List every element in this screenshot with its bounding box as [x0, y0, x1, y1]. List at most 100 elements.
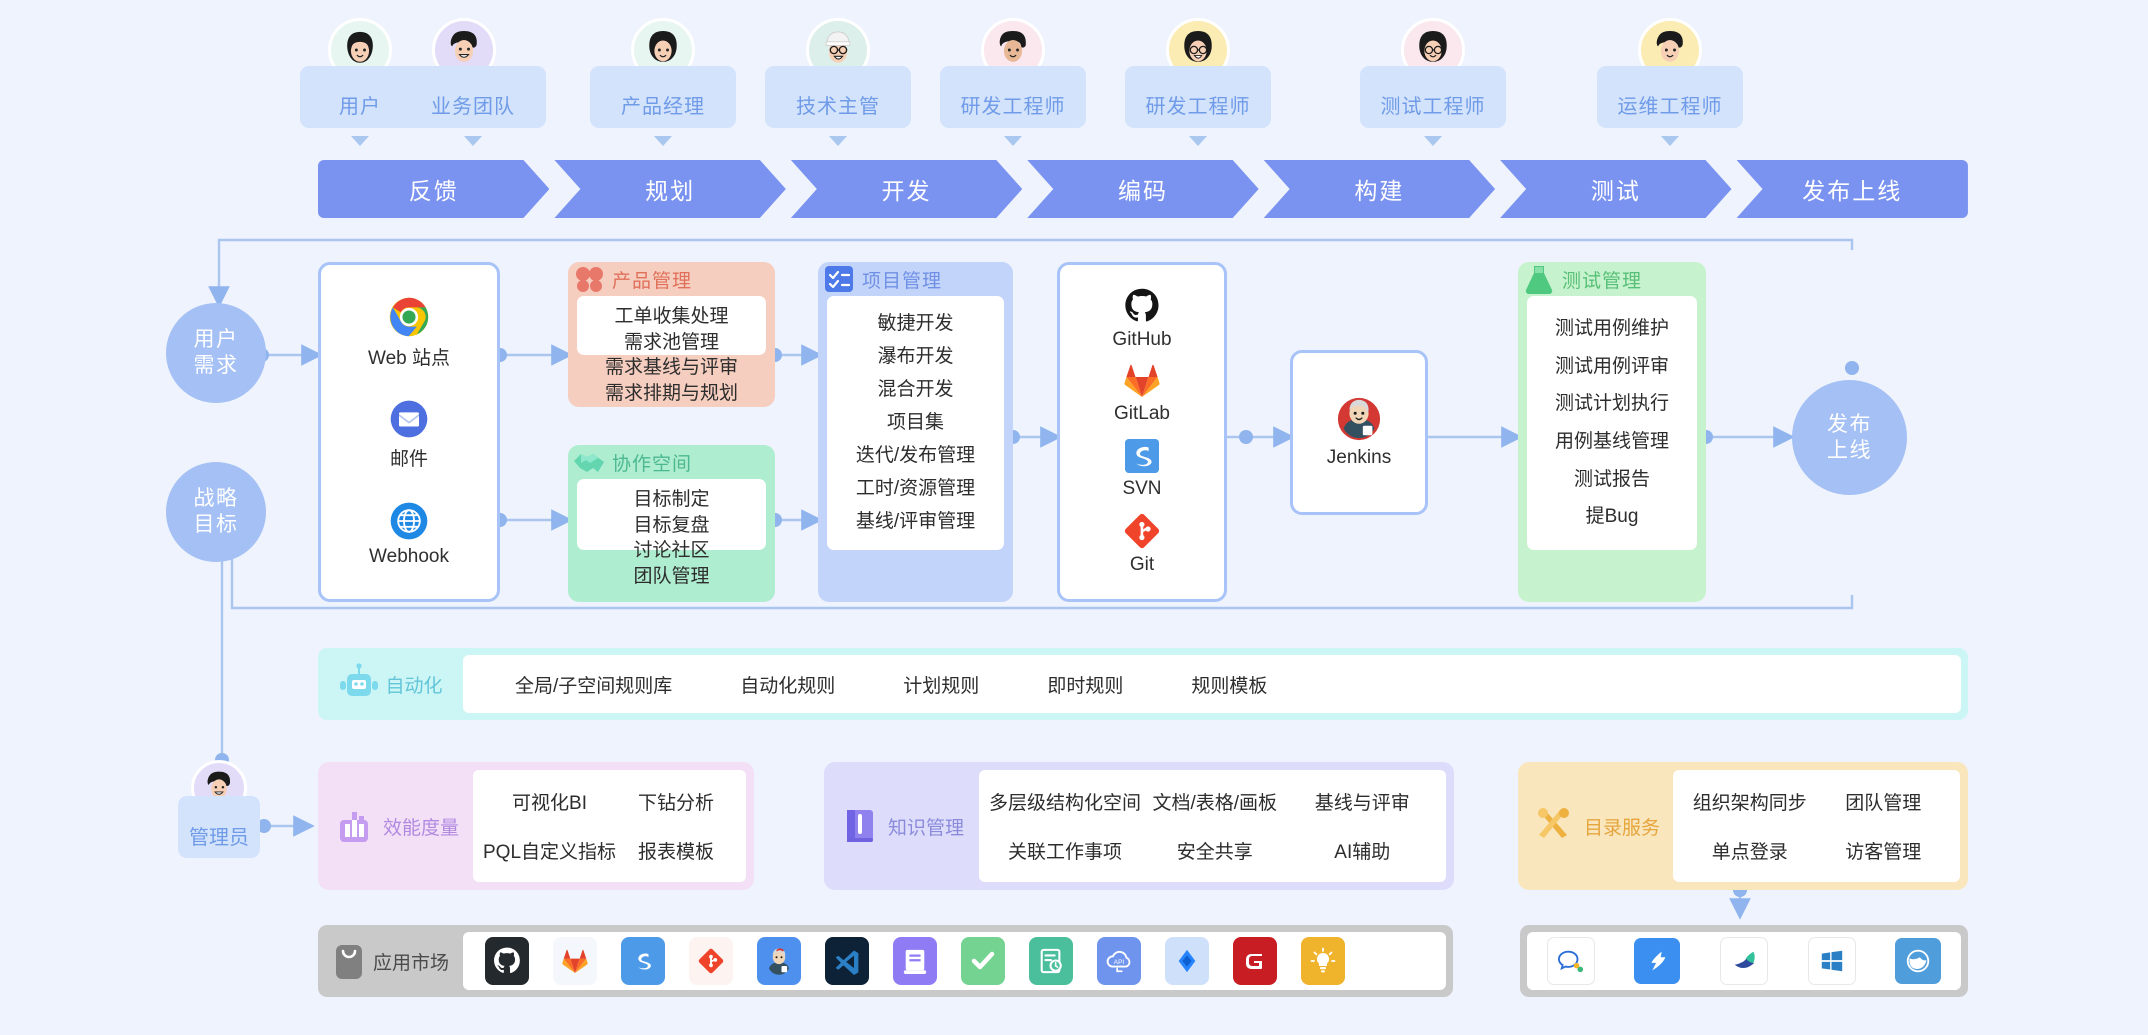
- automation-item[interactable]: 自动化规则: [740, 671, 835, 698]
- app-svn[interactable]: [621, 937, 665, 985]
- module-item[interactable]: 迭代/发布管理: [856, 443, 975, 469]
- feature-item[interactable]: 关联工作事项: [1008, 837, 1122, 864]
- module-title: 项目管理: [862, 270, 943, 292]
- module-item[interactable]: 提Bug: [1586, 504, 1639, 530]
- channel-web-site[interactable]: Web 站点: [368, 296, 450, 370]
- module-item[interactable]: 目标制定: [633, 487, 709, 513]
- feature-item[interactable]: 基线与评审: [1315, 788, 1410, 815]
- integration-windows[interactable]: [1807, 937, 1856, 985]
- feature-item[interactable]: 团队管理: [1845, 788, 1921, 815]
- automation-item[interactable]: 全局/子空间规则库: [515, 671, 672, 698]
- flask-icon: [1525, 266, 1553, 294]
- app-archive[interactable]: [893, 937, 937, 985]
- module-item[interactable]: 基线/评审管理: [856, 509, 975, 535]
- feature-item[interactable]: 单点登录: [1712, 837, 1788, 864]
- feature-items: 组织架构同步 团队管理 单点登录 访客管理: [1673, 770, 1960, 882]
- feature-item[interactable]: 安全共享: [1177, 837, 1253, 864]
- pipeline-stage-planning[interactable]: 规划: [554, 160, 785, 218]
- module-item[interactable]: 需求池管理: [624, 330, 719, 356]
- feature-item[interactable]: 访客管理: [1845, 837, 1921, 864]
- app-github[interactable]: [485, 937, 529, 985]
- module-item[interactable]: 测试用例评审: [1555, 354, 1669, 380]
- app-jira[interactable]: [1165, 937, 1209, 985]
- circle-strategy-goal[interactable]: 战略 目标: [166, 462, 266, 562]
- scm-label: Git: [1129, 554, 1155, 576]
- pipeline-stage-release[interactable]: 发布上线: [1736, 160, 1968, 218]
- feature-items: 多层级结构化空间 文档/表格/画板 基线与评审 关联工作事项 安全共享 AI辅助: [979, 770, 1446, 882]
- automation-title: 自动化: [385, 675, 443, 697]
- scm-gitlab[interactable]: GitLab: [1114, 364, 1170, 425]
- app-bulb[interactable]: [1301, 937, 1345, 985]
- feature-item[interactable]: 下钻分析: [638, 788, 714, 815]
- automation-bar: 自动化 全局/子空间规则库 自动化规则 计划规则 即时规则 规则模板: [318, 648, 1968, 720]
- scm-label: SVN: [1122, 477, 1162, 499]
- feature-item[interactable]: 组织架构同步: [1693, 788, 1807, 815]
- feature-item[interactable]: PQL自定义指标: [483, 837, 616, 864]
- pipeline-stage-build[interactable]: 构建: [1264, 160, 1495, 218]
- app-jenkins[interactable]: [757, 937, 801, 985]
- feature-item[interactable]: AI辅助: [1334, 837, 1390, 864]
- ci-jenkins[interactable]: Jenkins: [1327, 396, 1391, 469]
- feature-item[interactable]: 报表模板: [638, 837, 714, 864]
- circle-release-online[interactable]: 发布 上线: [1792, 380, 1907, 495]
- role-chip: 产品经理: [590, 66, 736, 128]
- bar-chart-icon: [339, 812, 368, 842]
- pipeline-stage-feedback[interactable]: 反馈: [318, 160, 549, 218]
- app-check[interactable]: [961, 937, 1005, 985]
- module-item[interactable]: 讨论社区: [633, 538, 709, 564]
- pipeline-stage-test[interactable]: 测试: [1500, 160, 1731, 218]
- app-api-cloud[interactable]: API: [1097, 937, 1141, 985]
- circle-user-need[interactable]: 用户 需求: [166, 303, 266, 403]
- app-gitee[interactable]: [1233, 937, 1277, 985]
- module-item[interactable]: 工单收集处理: [614, 304, 728, 330]
- feature-header: 知识管理: [824, 804, 979, 848]
- integration-feishu[interactable]: [1719, 937, 1768, 985]
- module-body: 测试用例维护 测试用例评审 测试计划执行 用例基线管理 测试报告 提Bug: [1527, 296, 1697, 550]
- pipeline-stage-development[interactable]: 开发: [791, 160, 1022, 218]
- feature-title: 效能度量: [382, 817, 459, 839]
- module-item[interactable]: 需求排期与规划: [605, 381, 738, 407]
- feature-title: 目录服务: [1583, 817, 1660, 839]
- module-item[interactable]: 需求基线与评审: [605, 355, 738, 381]
- module-item[interactable]: 工时/资源管理: [856, 476, 975, 502]
- app-report-clock[interactable]: [1029, 937, 1073, 985]
- module-body: 敏捷开发 瀑布开发 混合开发 项目集 迭代/发布管理 工时/资源管理 基线/评审…: [827, 296, 1004, 550]
- automation-item[interactable]: 计划规则: [903, 671, 979, 698]
- integration-apps: [1527, 932, 1961, 990]
- module-item[interactable]: 目标复盘: [633, 513, 709, 539]
- module-item[interactable]: 测试计划执行: [1555, 391, 1669, 417]
- module-item[interactable]: 混合开发: [877, 377, 953, 403]
- integration-ad-directory[interactable]: [1895, 938, 1942, 984]
- module-item[interactable]: 团队管理: [633, 564, 709, 590]
- feature-item[interactable]: 可视化BI: [512, 788, 587, 815]
- module-item[interactable]: 瀑布开发: [877, 344, 953, 370]
- admin-chip: 管理员: [178, 796, 260, 858]
- chevron-down-icon: [1189, 136, 1207, 146]
- automation-item[interactable]: 规则模板: [1191, 671, 1267, 698]
- module-item[interactable]: 测试报告: [1574, 467, 1650, 493]
- module-item[interactable]: 用例基线管理: [1555, 429, 1669, 455]
- app-git[interactable]: [689, 937, 733, 985]
- role-label: 技术主管: [796, 96, 880, 118]
- channel-webhook[interactable]: Webhook: [369, 501, 449, 568]
- channel-email[interactable]: 邮件: [389, 399, 429, 471]
- app-gitlab[interactable]: [553, 937, 597, 985]
- integration-wechat-work[interactable]: [1546, 937, 1595, 985]
- module-item[interactable]: 测试用例维护: [1555, 316, 1669, 342]
- archive-icon: [903, 949, 927, 974]
- feature-item[interactable]: 文档/表格/画板: [1152, 788, 1277, 815]
- scm-github[interactable]: GitHub: [1112, 288, 1172, 351]
- app-vscode[interactable]: [825, 937, 869, 985]
- scm-svn[interactable]: SVN: [1122, 438, 1162, 500]
- feature-item[interactable]: 多层级结构化空间: [989, 788, 1141, 815]
- diagram-canvas: 用户 业务团队 产品经理 技术主管 研发工程师 研发工程师 测试工程师 运维工程…: [0, 0, 2148, 1035]
- circle-line-2: 目标: [193, 513, 239, 536]
- module-item[interactable]: 敏捷开发: [877, 311, 953, 337]
- svg-text:API: API: [1114, 959, 1125, 966]
- scm-git[interactable]: Git: [1124, 513, 1160, 576]
- integration-dingtalk[interactable]: [1634, 938, 1681, 984]
- module-item[interactable]: 项目集: [887, 410, 944, 436]
- automation-item[interactable]: 即时规则: [1047, 671, 1123, 698]
- role-label: 研发工程师: [1145, 96, 1251, 118]
- pipeline-stage-coding[interactable]: 编码: [1027, 160, 1258, 218]
